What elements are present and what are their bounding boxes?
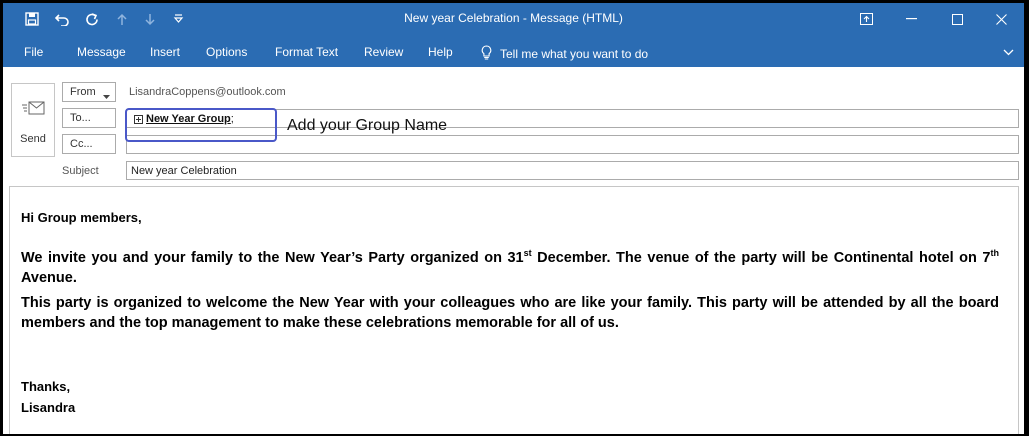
- ribbon-display-options-icon[interactable]: [856, 10, 876, 28]
- subject-label: Subject: [62, 165, 99, 177]
- send-button[interactable]: Send: [11, 83, 55, 157]
- lightbulb-icon: [481, 45, 492, 63]
- p1-superscript-th: th: [990, 248, 1000, 259]
- tab-format-text[interactable]: Format Text: [275, 45, 338, 59]
- callout-text: Add your Group Name: [287, 117, 448, 134]
- maximize-icon[interactable]: [947, 10, 967, 28]
- cc-button[interactable]: Cc...: [62, 134, 116, 154]
- tab-file[interactable]: File: [24, 45, 43, 59]
- minimize-icon[interactable]: [901, 10, 921, 28]
- tab-review[interactable]: Review: [364, 45, 403, 59]
- subject-value: New year Celebration: [131, 165, 237, 177]
- chevron-down-icon: [103, 90, 110, 102]
- signature-line: Lisandra: [21, 400, 76, 415]
- cc-label: Cc...: [70, 138, 93, 150]
- message-body[interactable]: Hi Group members, We invite you and your…: [9, 186, 1019, 434]
- body-paragraph-1: We invite you and your family to the New…: [21, 248, 999, 288]
- p1-part-b: December. The venue of the party will be…: [531, 250, 991, 266]
- to-button[interactable]: To...: [62, 108, 116, 128]
- closing-line: Thanks,: [21, 379, 71, 394]
- body-paragraph-2: This party is organized to welcome the N…: [21, 295, 999, 331]
- p1-superscript-st: st: [523, 248, 532, 259]
- send-envelope-icon: [22, 98, 46, 123]
- send-label: Send: [20, 133, 46, 145]
- from-address: LisandraCoppens@outlook.com: [129, 86, 286, 98]
- tell-me-label: Tell me what you want to do: [500, 47, 649, 61]
- tab-insert[interactable]: Insert: [150, 45, 180, 59]
- tab-message[interactable]: Message: [77, 45, 126, 59]
- p1-part-c: Avenue.: [21, 270, 77, 286]
- chevron-down-icon[interactable]: [1003, 45, 1014, 59]
- subject-field[interactable]: New year Celebration: [126, 161, 1019, 180]
- to-label: To...: [70, 112, 91, 124]
- tab-help[interactable]: Help: [428, 45, 453, 59]
- tab-options[interactable]: Options: [206, 45, 247, 59]
- ribbon-tabs: File Message Insert Options Format Text …: [3, 37, 1024, 67]
- from-button[interactable]: From: [62, 82, 116, 102]
- title-bar: New year Celebration - Message (HTML): [3, 3, 1024, 37]
- tell-me-search[interactable]: Tell me what you want to do: [481, 45, 648, 63]
- p1-part-a: We invite you and your family to the New…: [21, 250, 524, 266]
- from-label: From: [70, 86, 96, 98]
- close-icon[interactable]: [991, 10, 1011, 28]
- body-greeting: Hi Group members,: [21, 210, 142, 225]
- body-closing: Thanks, Lisandra: [21, 376, 75, 418]
- outlook-message-window: New year Celebration - Message (HTML) Fi…: [3, 3, 1024, 434]
- callout-highlight-box: [125, 108, 277, 142]
